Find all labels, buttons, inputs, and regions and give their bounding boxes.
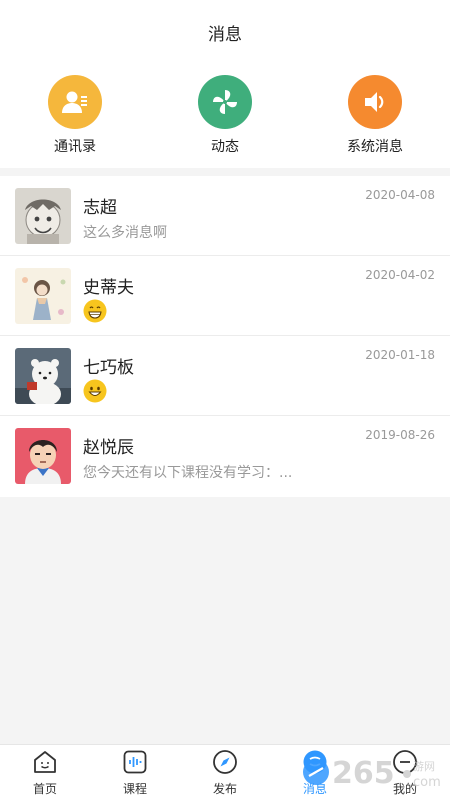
list-item[interactable]: 史蒂夫 2020-04-02 bbox=[0, 256, 450, 336]
tab-publish[interactable]: 发布 bbox=[180, 749, 270, 797]
girl-illustration-avatar bbox=[15, 268, 71, 324]
tab-label: 课程 bbox=[122, 782, 147, 796]
compass-icon bbox=[213, 750, 237, 774]
tab-bar: 首页 课程 发布 消息 我的 bbox=[0, 744, 450, 800]
quick-action-contacts[interactable]: 通讯录 bbox=[15, 75, 135, 156]
contact-name: 志超 bbox=[83, 198, 117, 218]
contact-name: 赵悦辰 bbox=[83, 438, 134, 458]
tab-label: 我的 bbox=[392, 782, 417, 796]
cartoon-boy-avatar bbox=[15, 188, 71, 244]
message-preview: 您今天还有以下课程没有学习：... bbox=[83, 465, 293, 481]
message-date: 2020-01-18 bbox=[365, 348, 435, 362]
message-preview: 这么多消息啊 bbox=[83, 225, 167, 241]
polar-bear-avatar bbox=[15, 348, 71, 404]
home-icon bbox=[34, 751, 56, 773]
tab-courses[interactable]: 课程 bbox=[90, 749, 180, 797]
quick-action-label: 系统消息 bbox=[347, 139, 403, 155]
quick-action-label: 通讯录 bbox=[54, 139, 96, 155]
smiling-face-emoji bbox=[83, 379, 107, 403]
tab-label: 首页 bbox=[32, 782, 57, 796]
contact-name: 史蒂夫 bbox=[83, 278, 134, 298]
header: 消息 通讯录 动态 系统消息 bbox=[0, 0, 450, 168]
list-item[interactable]: 七巧板 2020-01-18 bbox=[0, 336, 450, 416]
tab-profile[interactable]: 我的 bbox=[360, 749, 450, 797]
page-title: 消息 bbox=[208, 25, 242, 45]
contact-name: 七巧板 bbox=[83, 358, 134, 378]
quick-action-label: 动态 bbox=[211, 139, 239, 155]
message-date: 2020-04-02 bbox=[365, 268, 435, 282]
list-item[interactable]: 赵悦辰 您今天还有以下课程没有学习：... 2019-08-26 bbox=[0, 416, 450, 497]
tab-messages[interactable]: 消息 bbox=[270, 749, 360, 797]
profile-icon bbox=[393, 750, 417, 774]
message-list: 志超 这么多消息啊 2020-04-08 史蒂夫 2020-04-02 七巧板 … bbox=[0, 176, 450, 497]
quick-action-feed[interactable]: 动态 bbox=[165, 75, 285, 156]
tab-label: 发布 bbox=[212, 782, 237, 796]
tab-home[interactable]: 首页 bbox=[0, 749, 90, 797]
pinwheel-icon bbox=[198, 75, 252, 129]
grinning-face-emoji bbox=[83, 299, 107, 323]
tab-label: 消息 bbox=[302, 782, 327, 796]
list-item[interactable]: 志超 这么多消息啊 2020-04-08 bbox=[0, 176, 450, 256]
message-date: 2020-04-08 bbox=[365, 188, 435, 202]
message-icon bbox=[303, 750, 327, 774]
speaker-icon bbox=[348, 75, 402, 129]
quick-action-system-messages[interactable]: 系统消息 bbox=[315, 75, 435, 156]
course-icon bbox=[123, 750, 147, 774]
cartoon-man-avatar bbox=[15, 428, 71, 484]
message-date: 2019-08-26 bbox=[365, 428, 435, 442]
contacts-icon bbox=[48, 75, 102, 129]
